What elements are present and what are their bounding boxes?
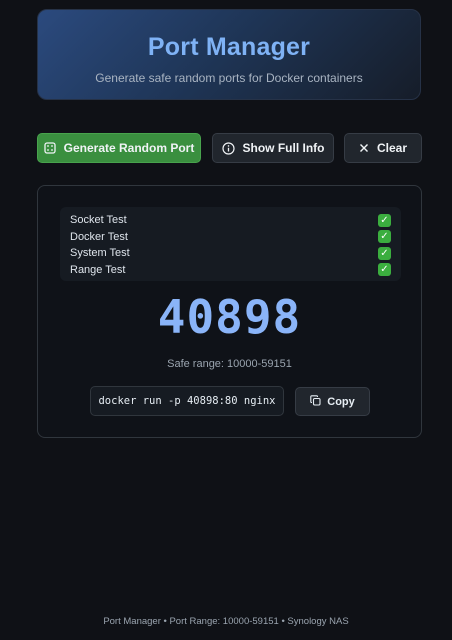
- info-circle-icon: [221, 141, 235, 155]
- grid-dice-icon: [43, 142, 56, 154]
- check-box-icon: ✓: [378, 230, 391, 244]
- x-icon: [359, 143, 369, 153]
- test-results-panel: Socket Test ✓ Docker Test ✓ System Test …: [60, 207, 401, 281]
- copy-button[interactable]: Copy: [295, 387, 370, 416]
- app-title: Port Manager: [147, 33, 311, 61]
- footer-text: Port Manager • Port Range: 10000-59151 •…: [103, 616, 349, 627]
- generated-port-number: 40898: [157, 290, 302, 344]
- port-manager-page: Port Manager Generate safe random ports …: [0, 0, 452, 640]
- test-row: System Test ✓: [70, 245, 391, 262]
- generate-button-label: Generate Random Port: [63, 141, 195, 155]
- show-full-info-label: Show Full Info: [242, 141, 325, 155]
- clear-button-label: Clear: [376, 141, 408, 155]
- copy-button-label: Copy: [327, 395, 355, 408]
- test-label: System Test: [70, 247, 130, 260]
- test-label: Docker Test: [70, 230, 128, 243]
- generate-random-port-button[interactable]: Generate Random Port: [37, 133, 201, 163]
- header-banner: Port Manager Generate safe random ports …: [37, 9, 421, 100]
- check-box-icon: ✓: [378, 213, 391, 227]
- check-box-icon: ✓: [378, 263, 391, 277]
- show-full-info-button[interactable]: Show Full Info: [212, 133, 334, 163]
- test-row: Docker Test ✓: [70, 229, 391, 246]
- test-label: Range Test: [70, 263, 126, 276]
- copy-icon: [310, 394, 321, 409]
- docker-command-text: docker run -p 40898:80 nginx: [98, 395, 276, 407]
- clear-button[interactable]: Clear: [344, 133, 422, 163]
- test-label: Socket Test: [70, 214, 127, 227]
- check-box-icon: ✓: [378, 246, 391, 260]
- test-row: Range Test ✓: [70, 262, 391, 279]
- result-card: Socket Test ✓ Docker Test ✓ System Test …: [37, 185, 422, 438]
- app-subtitle: Generate safe random ports for Docker co…: [95, 71, 363, 85]
- safe-range-text: Safe range: 10000-59151: [167, 358, 292, 370]
- test-row: Socket Test ✓: [70, 212, 391, 229]
- docker-command-box: docker run -p 40898:80 nginx: [90, 386, 284, 416]
